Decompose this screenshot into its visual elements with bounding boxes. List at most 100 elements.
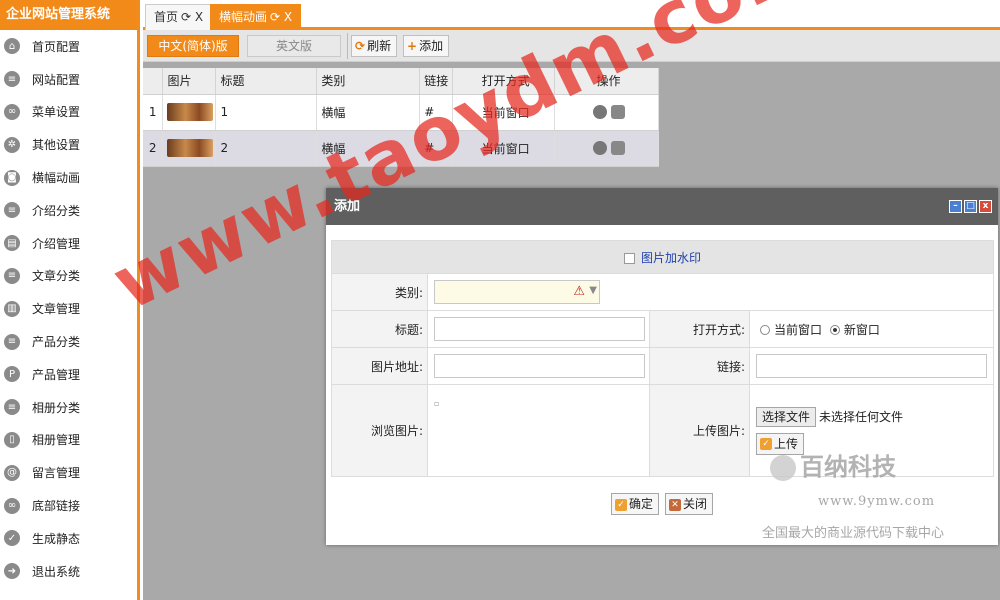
trash-icon[interactable] xyxy=(610,105,625,120)
no-file-text: 未选择任何文件 xyxy=(819,410,904,424)
radio-current-window[interactable] xyxy=(760,325,770,335)
list-icon: ≡ xyxy=(4,333,20,350)
sidebar-item[interactable]: ✲ 其他设置 xyxy=(0,128,137,161)
sidebar-item[interactable]: ∞ 菜单设置 xyxy=(0,96,137,129)
sidebar-item[interactable]: ◙ 横幅动画 xyxy=(0,161,137,194)
sidebar-item[interactable]: ≡ 网站配置 xyxy=(0,63,137,96)
refresh-label: 刷新 xyxy=(367,39,392,53)
trash-icon[interactable] xyxy=(610,141,625,156)
banner-thumbnail xyxy=(167,103,214,121)
sidebar-item[interactable]: ▯ 相册管理 xyxy=(0,424,137,457)
sidebar-item-label: 相册分类 xyxy=(32,400,81,415)
list-icon: ≡ xyxy=(4,71,20,88)
sidebar-menu: ⌂ 首页配置 ≡ 网站配置 ∞ 菜单设置 ✲ 其他设置 ◙ 横幅动画 ≡ 介绍分类 ▤ 介绍管理 ≡ 文章分类… xyxy=(0,30,137,588)
title-label: 标题: xyxy=(331,310,428,348)
category-cell: ⚠ ▼ xyxy=(427,273,994,311)
col-category: 类别 xyxy=(316,68,421,95)
at-icon: @ xyxy=(4,464,20,481)
sidebar-item[interactable]: @ 留言管理 xyxy=(0,456,137,489)
article-icon: ▥ xyxy=(4,300,20,317)
toolbar-divider xyxy=(347,33,348,59)
check-icon: ✓ xyxy=(615,498,627,511)
category-select[interactable]: ⚠ ▼ xyxy=(434,280,600,304)
dialog-titlebar[interactable]: 添加 – □ x xyxy=(326,188,998,225)
sidebar-item-label: 介绍管理 xyxy=(32,236,81,251)
choose-file-button[interactable]: 选择文件 xyxy=(756,406,817,427)
app-title: 企业网站管理系统 xyxy=(0,0,137,30)
lang-en-button[interactable]: 英文版 xyxy=(247,35,341,57)
tab-banner-label: 横幅动画 xyxy=(219,10,268,24)
banner-icon: ◙ xyxy=(4,169,20,186)
sidebar-item[interactable]: ✓ 生成静态 xyxy=(0,522,137,555)
refresh-button[interactable]: ⟳ 刷新 xyxy=(351,35,398,57)
check-icon: ✓ xyxy=(4,530,20,547)
sidebar-item-label: 留言管理 xyxy=(32,466,81,481)
tab-banner-refresh-close-icon[interactable]: ⟳ X xyxy=(270,10,292,24)
row-actions xyxy=(554,130,659,167)
close-icon: ✕ xyxy=(669,498,682,511)
col-title: 标题 xyxy=(215,68,318,95)
confirm-label: 确定 xyxy=(629,497,654,511)
edit-icon[interactable] xyxy=(592,141,607,156)
exit-icon: ➜ xyxy=(4,563,20,580)
tab-home-label: 首页 xyxy=(154,10,179,24)
image-url-cell xyxy=(427,347,650,385)
confirm-button[interactable]: ✓ 确定 xyxy=(611,493,660,515)
gear-icon: ✲ xyxy=(4,136,20,153)
link-label: 链接: xyxy=(649,347,750,385)
close-label: 关闭 xyxy=(683,497,708,511)
close-icon[interactable]: x xyxy=(979,200,992,213)
tab-home[interactable]: 首页 ⟳ X xyxy=(145,4,213,30)
image-url-input[interactable] xyxy=(434,354,645,378)
refresh-icon: ⟳ xyxy=(355,39,366,53)
plus-icon: + xyxy=(407,39,418,53)
sidebar-item-label: 首页配置 xyxy=(32,39,81,54)
album-icon: ▯ xyxy=(4,431,20,448)
close-button[interactable]: ✕ 关闭 xyxy=(665,493,714,515)
link-input[interactable] xyxy=(756,354,987,378)
add-label: 添加 xyxy=(419,39,444,53)
radio-new-label: 新窗口 xyxy=(843,322,880,337)
sidebar-item-label: 生成静态 xyxy=(32,531,81,546)
sidebar-item[interactable]: ≡ 介绍分类 xyxy=(0,194,137,227)
minimize-icon[interactable]: – xyxy=(949,200,962,213)
sidebar-item[interactable]: P 产品管理 xyxy=(0,358,137,391)
row-title: 1 xyxy=(215,94,318,131)
add-button[interactable]: + 添加 xyxy=(403,35,450,57)
home-icon: ⌂ xyxy=(4,38,20,55)
col-image: 图片 xyxy=(162,68,217,95)
sidebar-item[interactable]: ≡ 产品分类 xyxy=(0,325,137,358)
watermark-checkbox[interactable] xyxy=(623,252,635,264)
sidebar-item[interactable]: ∞ 底部链接 xyxy=(0,489,137,522)
sidebar-item[interactable]: ≡ 相册分类 xyxy=(0,391,137,424)
watermark-row: 图片加水印 xyxy=(331,240,994,274)
add-form: 图片加水印 类别: ⚠ ▼ 标题: 打开方式: 当前窗口 新窗口 图片地址: 链接… xyxy=(331,240,994,477)
watermark-cell: 图片加水印 xyxy=(331,240,994,274)
brand-logo-icon xyxy=(770,455,796,481)
sidebar-item-label: 介绍分类 xyxy=(32,203,81,218)
list-icon: ≡ xyxy=(4,267,20,284)
sidebar-item[interactable]: ➜ 退出系统 xyxy=(0,555,137,588)
url-watermark: www.9ymw.com xyxy=(818,494,936,509)
product-icon: P xyxy=(4,366,20,383)
tab-banner[interactable]: 横幅动画 ⟳ X xyxy=(210,4,302,30)
tab-home-refresh-close-icon[interactable]: ⟳ X xyxy=(181,10,203,24)
slogan-watermark: 全国最大的商业源代码下载中心 xyxy=(762,526,945,541)
dialog-footer: ✓ 确定 ✕ 关闭 xyxy=(611,493,714,515)
sidebar-item[interactable]: ▥ 文章管理 xyxy=(0,292,137,325)
maximize-icon[interactable]: □ xyxy=(964,200,977,213)
sidebar-item-label: 文章管理 xyxy=(32,302,81,317)
title-row: 标题: 打开方式: 当前窗口 新窗口 xyxy=(331,310,994,348)
lang-zh-button[interactable]: 中文(简体)版 xyxy=(147,35,239,57)
title-input[interactable] xyxy=(434,317,645,341)
radio-new-window[interactable] xyxy=(829,325,840,335)
edit-icon[interactable] xyxy=(592,105,607,120)
preview-area: ▫ xyxy=(427,384,650,477)
sidebar-item[interactable]: ⌂ 首页配置 xyxy=(0,30,137,63)
upload-label: 上传图片: xyxy=(649,384,750,477)
chevron-down-icon: ▼ xyxy=(589,285,597,296)
title-cell xyxy=(427,310,650,348)
sidebar-item-label: 相册管理 xyxy=(32,433,81,448)
add-dialog: 添加 – □ x 图片加水印 类别: ⚠ ▼ 标题: 打开方式: 当前窗口 新窗口 xyxy=(326,188,998,545)
sidebar-item-label: 产品管理 xyxy=(32,367,81,382)
